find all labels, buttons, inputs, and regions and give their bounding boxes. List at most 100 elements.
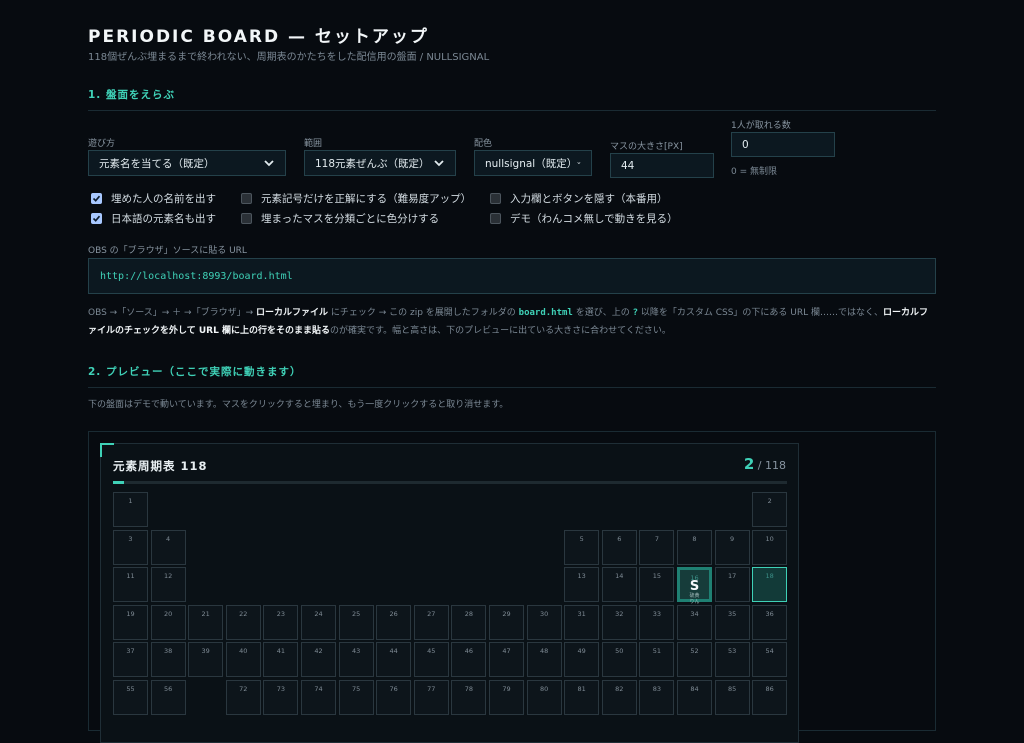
element-cell-1[interactable]: 1 — [113, 492, 148, 527]
element-cell-79[interactable]: 79 — [489, 680, 524, 715]
element-cell-21[interactable]: 21 — [188, 604, 224, 640]
element-cell-22[interactable]: 22 — [225, 604, 261, 640]
element-cell-73[interactable]: 73 — [263, 680, 299, 715]
element-cell-81[interactable]: 81 — [564, 680, 600, 715]
element-cell-15[interactable]: 15 — [639, 567, 675, 603]
element-number: 32 — [615, 609, 624, 618]
element-cell-17[interactable]: 17 — [714, 567, 750, 603]
play-mode-select[interactable]: 元素名を当てる（既定） — [88, 150, 286, 176]
element-cell-14[interactable]: 14 — [601, 567, 637, 603]
element-cell-16[interactable]: 16 S 硫黄 りん — [677, 567, 712, 605]
element-cell-3[interactable]: 3 — [113, 529, 148, 565]
element-cell-37[interactable]: 37 — [113, 642, 148, 678]
element-cell-82[interactable]: 82 — [601, 680, 637, 715]
element-cell-55[interactable]: 55 — [113, 680, 148, 715]
element-cell-18[interactable]: 18 — [752, 567, 788, 603]
element-cell-47[interactable]: 47 — [489, 642, 524, 678]
element-cell-33[interactable]: 33 — [639, 604, 675, 640]
element-cell-20[interactable]: 20 — [150, 604, 186, 640]
element-cell-10[interactable]: 10 — [752, 529, 788, 565]
element-cell-77[interactable]: 77 — [413, 680, 449, 715]
element-cell-41[interactable]: 41 — [263, 642, 299, 678]
element-cell-45[interactable]: 45 — [413, 642, 449, 678]
element-number: 15 — [652, 572, 662, 581]
preview-note: 下の盤面はデモで動いています。マスをクリックすると埋まり、もう一度クリックすると… — [88, 400, 509, 410]
element-cell-51[interactable]: 51 — [639, 642, 675, 678]
element-number: 17 — [727, 572, 737, 581]
element-cell-43[interactable]: 43 — [338, 642, 374, 678]
element-cell-39[interactable]: 39 — [188, 642, 224, 678]
checkbox-unchecked-icon — [490, 193, 501, 204]
element-cell-29[interactable]: 29 — [489, 604, 524, 640]
element-cell-75[interactable]: 75 — [338, 680, 374, 715]
element-number: 22 — [239, 609, 248, 618]
element-cell-54[interactable]: 54 — [752, 642, 788, 678]
checkbox-demo-mode[interactable]: デモ（わんコメ無しで動きを見る） — [490, 211, 678, 226]
checkbox-show-filler-name[interactable]: 埋めた人の名前を出す — [91, 191, 216, 206]
element-cell-24[interactable]: 24 — [301, 604, 336, 640]
element-cell-13[interactable]: 13 — [564, 567, 600, 603]
element-cell-83[interactable]: 83 — [639, 680, 675, 715]
element-cell-48[interactable]: 48 — [526, 642, 562, 678]
element-cell-26[interactable]: 26 — [376, 604, 412, 640]
checkbox-symbol-only[interactable]: 元素記号だけを正解にする（難易度アップ） — [241, 191, 471, 206]
element-number: 20 — [163, 609, 173, 618]
element-cell-31[interactable]: 31 — [564, 604, 600, 640]
cell-size-input[interactable]: 44 — [610, 153, 714, 178]
element-cell-34[interactable]: 34 — [677, 604, 712, 640]
element-cell-80[interactable]: 80 — [526, 680, 562, 715]
element-number: 84 — [690, 685, 699, 693]
palette-select[interactable]: nullsignal（既定） — [474, 150, 592, 176]
element-number: 11 — [126, 572, 135, 581]
element-number: 85 — [727, 685, 737, 693]
element-cell-9[interactable]: 9 — [714, 529, 750, 565]
element-cell-78[interactable]: 78 — [451, 680, 487, 715]
element-cell-74[interactable]: 74 — [301, 680, 336, 715]
element-cell-72[interactable]: 72 — [225, 680, 261, 715]
element-cell-12[interactable]: 12 — [150, 567, 186, 603]
element-cell-8[interactable]: 8 — [677, 529, 712, 565]
element-cell-28[interactable]: 28 — [451, 604, 487, 640]
section-2-title: 2. プレビュー（ここで実際に動きます） — [88, 364, 936, 388]
element-cell-23[interactable]: 23 — [263, 604, 299, 640]
element-cell-11[interactable]: 11 — [113, 567, 148, 603]
obs-url-field[interactable]: http://localhost:8993/board.html — [88, 258, 936, 294]
element-number: 6 — [617, 534, 622, 543]
element-cell-30[interactable]: 30 — [526, 604, 562, 640]
element-cell-5[interactable]: 5 — [564, 529, 600, 565]
element-cell-84[interactable]: 84 — [677, 680, 712, 715]
element-number: 77 — [427, 685, 436, 693]
element-cell-27[interactable]: 27 — [413, 604, 449, 640]
element-cell-19[interactable]: 19 — [113, 604, 148, 640]
checkbox-color-by-category[interactable]: 埋まったマスを分類ごとに色分けする — [241, 211, 439, 226]
element-cell-4[interactable]: 4 — [150, 529, 186, 565]
element-cell-50[interactable]: 50 — [601, 642, 637, 678]
element-cell-86[interactable]: 86 — [752, 680, 788, 715]
element-cell-32[interactable]: 32 — [601, 604, 637, 640]
per-person-input[interactable]: 0 — [731, 132, 835, 157]
element-cell-2[interactable]: 2 — [752, 492, 788, 527]
element-number: 30 — [539, 609, 549, 618]
play-mode-value: 元素名を当てる（既定） — [99, 157, 215, 170]
element-cell-85[interactable]: 85 — [714, 680, 750, 715]
element-number: 38 — [163, 647, 173, 656]
checkbox-show-japanese-name[interactable]: 日本語の元素名も出す — [91, 211, 216, 226]
element-cell-49[interactable]: 49 — [564, 642, 600, 678]
element-cell-44[interactable]: 44 — [376, 642, 412, 678]
element-cell-6[interactable]: 6 — [601, 529, 637, 565]
element-cell-38[interactable]: 38 — [150, 642, 186, 678]
element-cell-53[interactable]: 53 — [714, 642, 750, 678]
element-cell-36[interactable]: 36 — [752, 604, 788, 640]
element-cell-56[interactable]: 56 — [150, 680, 186, 715]
element-cell-35[interactable]: 35 — [714, 604, 750, 640]
element-cell-40[interactable]: 40 — [225, 642, 261, 678]
element-cell-42[interactable]: 42 — [301, 642, 336, 678]
element-cell-52[interactable]: 52 — [677, 642, 712, 678]
element-cell-46[interactable]: 46 — [451, 642, 487, 678]
element-cell-76[interactable]: 76 — [376, 680, 412, 715]
range-select[interactable]: 118元素ぜんぶ（既定） — [304, 150, 456, 176]
checkbox-hide-inputs[interactable]: 入力欄とボタンを隠す（本番用） — [490, 191, 668, 206]
element-cell-7[interactable]: 7 — [639, 529, 675, 565]
element-cell-25[interactable]: 25 — [338, 604, 374, 640]
element-number: 47 — [502, 647, 511, 656]
